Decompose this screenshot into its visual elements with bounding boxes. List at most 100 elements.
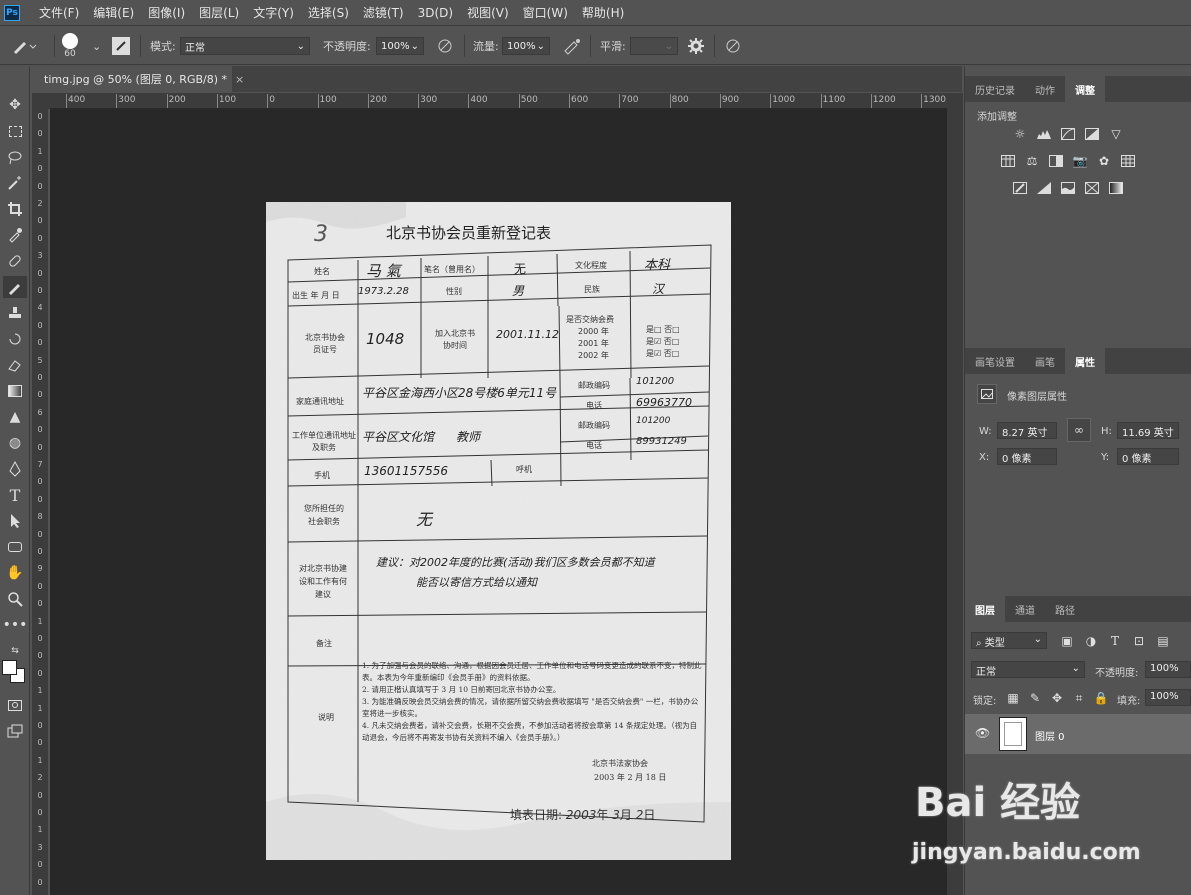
- brush-settings-toggle[interactable]: [112, 27, 130, 65]
- color-lookup-icon[interactable]: [1120, 154, 1136, 168]
- smoothing-input[interactable]: ⌄: [630, 37, 678, 55]
- tab-properties[interactable]: 属性: [1065, 348, 1105, 374]
- menu-edit[interactable]: 编辑(E): [86, 4, 141, 21]
- color-balance-icon[interactable]: ⚖: [1024, 154, 1040, 168]
- document-image[interactable]: 北京书协会员重新登记表 3 姓名 马 氣 笔名（曾用名） 无 文化程度 本科 出…: [266, 202, 731, 860]
- quick-mask-icon[interactable]: [3, 694, 27, 716]
- menu-3d[interactable]: 3D(D): [411, 6, 460, 20]
- y-input[interactable]: 0 像素: [1117, 448, 1179, 465]
- marquee-tool-icon[interactable]: [3, 120, 27, 142]
- blend-mode-select[interactable]: 正常 ⌄: [971, 661, 1085, 678]
- zoom-tool-icon[interactable]: [3, 588, 27, 610]
- swap-colors-icon[interactable]: ⇆: [3, 640, 27, 662]
- brush-size-picker[interactable]: 60: [62, 27, 78, 65]
- gradient-tool-icon[interactable]: [3, 380, 27, 402]
- height-input[interactable]: 11.69 英寸: [1117, 422, 1179, 439]
- menu-image[interactable]: 图像(I): [141, 4, 192, 21]
- black-white-icon[interactable]: [1048, 154, 1064, 168]
- hue-saturation-icon[interactable]: [1000, 154, 1016, 168]
- levels-icon[interactable]: [1036, 127, 1052, 141]
- filter-smart-object-icon[interactable]: ▤: [1155, 634, 1171, 648]
- history-brush-icon[interactable]: [3, 328, 27, 350]
- layer-row[interactable]: 👁 图层 0: [965, 714, 1191, 754]
- more-tools-icon[interactable]: •••: [3, 614, 28, 636]
- move-tool-icon[interactable]: ✥: [3, 94, 27, 116]
- width-input[interactable]: 8.27 英寸: [997, 422, 1057, 439]
- pen-tool-icon[interactable]: [3, 458, 27, 480]
- filter-adjustment-icon[interactable]: ◑: [1083, 634, 1099, 648]
- shape-tool-icon[interactable]: [3, 536, 27, 558]
- filter-shape-icon[interactable]: ⊡: [1131, 634, 1147, 648]
- dodge-tool-icon[interactable]: ◍: [3, 432, 27, 454]
- tab-brush-settings[interactable]: 画笔设置: [965, 348, 1025, 374]
- menu-file[interactable]: 文件(F): [32, 4, 86, 21]
- hand-tool-icon[interactable]: ✋: [3, 562, 27, 584]
- eyedropper-icon[interactable]: [3, 224, 27, 246]
- tab-channels[interactable]: 通道: [1005, 596, 1045, 622]
- tab-layers[interactable]: 图层: [965, 596, 1005, 622]
- posterize-icon[interactable]: [1036, 181, 1052, 195]
- menu-view[interactable]: 视图(V): [460, 4, 516, 21]
- menu-filter[interactable]: 滤镜(T): [356, 4, 411, 21]
- layer-opacity-input[interactable]: 100%: [1145, 661, 1191, 678]
- menu-select[interactable]: 选择(S): [301, 4, 356, 21]
- tab-paths[interactable]: 路径: [1045, 596, 1085, 622]
- close-icon[interactable]: ×: [235, 73, 244, 86]
- tab-history[interactable]: 历史记录: [965, 76, 1025, 102]
- x-input[interactable]: 0 像素: [997, 448, 1057, 465]
- screen-mode-icon[interactable]: [3, 720, 27, 742]
- opacity-input[interactable]: 100% ⌄: [376, 37, 424, 55]
- curves-icon[interactable]: [1060, 127, 1076, 141]
- crop-tool-icon[interactable]: [3, 198, 27, 220]
- eraser-icon[interactable]: [3, 354, 27, 376]
- document-tab[interactable]: timg.jpg @ 50% (图层 0, RGB/8) * ×: [32, 66, 244, 92]
- selective-color-icon[interactable]: [1084, 181, 1100, 195]
- horizontal-ruler[interactable]: 400 300 200 100 0 100 200 300 400 500 600 700 800 900…: [50, 93, 947, 109]
- lock-position-icon[interactable]: ✥: [1049, 691, 1065, 705]
- path-selection-icon[interactable]: [3, 510, 27, 532]
- exposure-icon[interactable]: [1084, 127, 1100, 141]
- airbrush-icon[interactable]: [562, 27, 582, 65]
- mode-select[interactable]: 正常 ⌄: [180, 37, 310, 55]
- magic-wand-icon[interactable]: [3, 172, 27, 194]
- menu-type[interactable]: 文字(Y): [246, 4, 301, 21]
- layer-filter-select[interactable]: ⌕ 类型 ⌄: [971, 632, 1047, 649]
- flow-input[interactable]: 100% ⌄: [502, 37, 550, 55]
- brush-tool-icon[interactable]: [3, 276, 27, 298]
- filter-type-icon[interactable]: T: [1107, 634, 1123, 648]
- foreground-color-swatch[interactable]: [2, 660, 17, 675]
- invert-icon[interactable]: [1012, 181, 1028, 195]
- channel-mixer-icon[interactable]: ✿: [1096, 154, 1112, 168]
- threshold-icon[interactable]: [1060, 181, 1076, 195]
- chevron-down-icon[interactable]: ⌄: [92, 27, 101, 65]
- menu-help[interactable]: 帮助(H): [575, 4, 631, 21]
- lock-transparent-icon[interactable]: ▦: [1005, 691, 1021, 705]
- healing-brush-icon[interactable]: [3, 250, 27, 272]
- photo-filter-icon[interactable]: 📷: [1072, 154, 1088, 168]
- ruler-origin[interactable]: [32, 93, 50, 109]
- pressure-opacity-icon[interactable]: [436, 27, 454, 65]
- fill-input[interactable]: 100%: [1145, 689, 1191, 706]
- eye-icon[interactable]: 👁: [975, 726, 990, 740]
- tab-adjustments[interactable]: 调整: [1065, 76, 1105, 102]
- menu-layer[interactable]: 图层(L): [192, 4, 246, 21]
- brightness-icon[interactable]: ☼: [1012, 127, 1028, 141]
- filter-pixel-icon[interactable]: ▣: [1059, 634, 1075, 648]
- link-icon[interactable]: ∞: [1067, 418, 1091, 442]
- vertical-ruler[interactable]: 0 0 1 0 0 2 0 0 3 0 0 4 0 0 5 0 0 6 0 0 7 0 0 8 0 0 9 0 0 1 0 0 0 1 1 0 0 1 2 0…: [32, 109, 48, 895]
- brush-tool-preset[interactable]: [10, 27, 38, 65]
- lock-artboard-icon[interactable]: ⌗: [1071, 691, 1087, 705]
- pressure-size-icon[interactable]: [724, 27, 742, 65]
- gradient-map-icon[interactable]: [1108, 181, 1124, 195]
- lock-all-icon[interactable]: 🔒: [1093, 691, 1109, 705]
- lock-pixels-icon[interactable]: ✎: [1027, 691, 1043, 705]
- menu-window[interactable]: 窗口(W): [516, 4, 575, 21]
- vibrance-icon[interactable]: ▽: [1108, 127, 1124, 141]
- stamp-tool-icon[interactable]: [3, 302, 27, 324]
- type-tool-icon[interactable]: T: [3, 484, 27, 506]
- lasso-tool-icon[interactable]: [3, 146, 27, 168]
- tab-actions[interactable]: 动作: [1025, 76, 1065, 102]
- blur-tool-icon[interactable]: ▲: [3, 406, 27, 428]
- gear-icon[interactable]: [688, 27, 704, 65]
- tab-brush[interactable]: 画笔: [1025, 348, 1065, 374]
